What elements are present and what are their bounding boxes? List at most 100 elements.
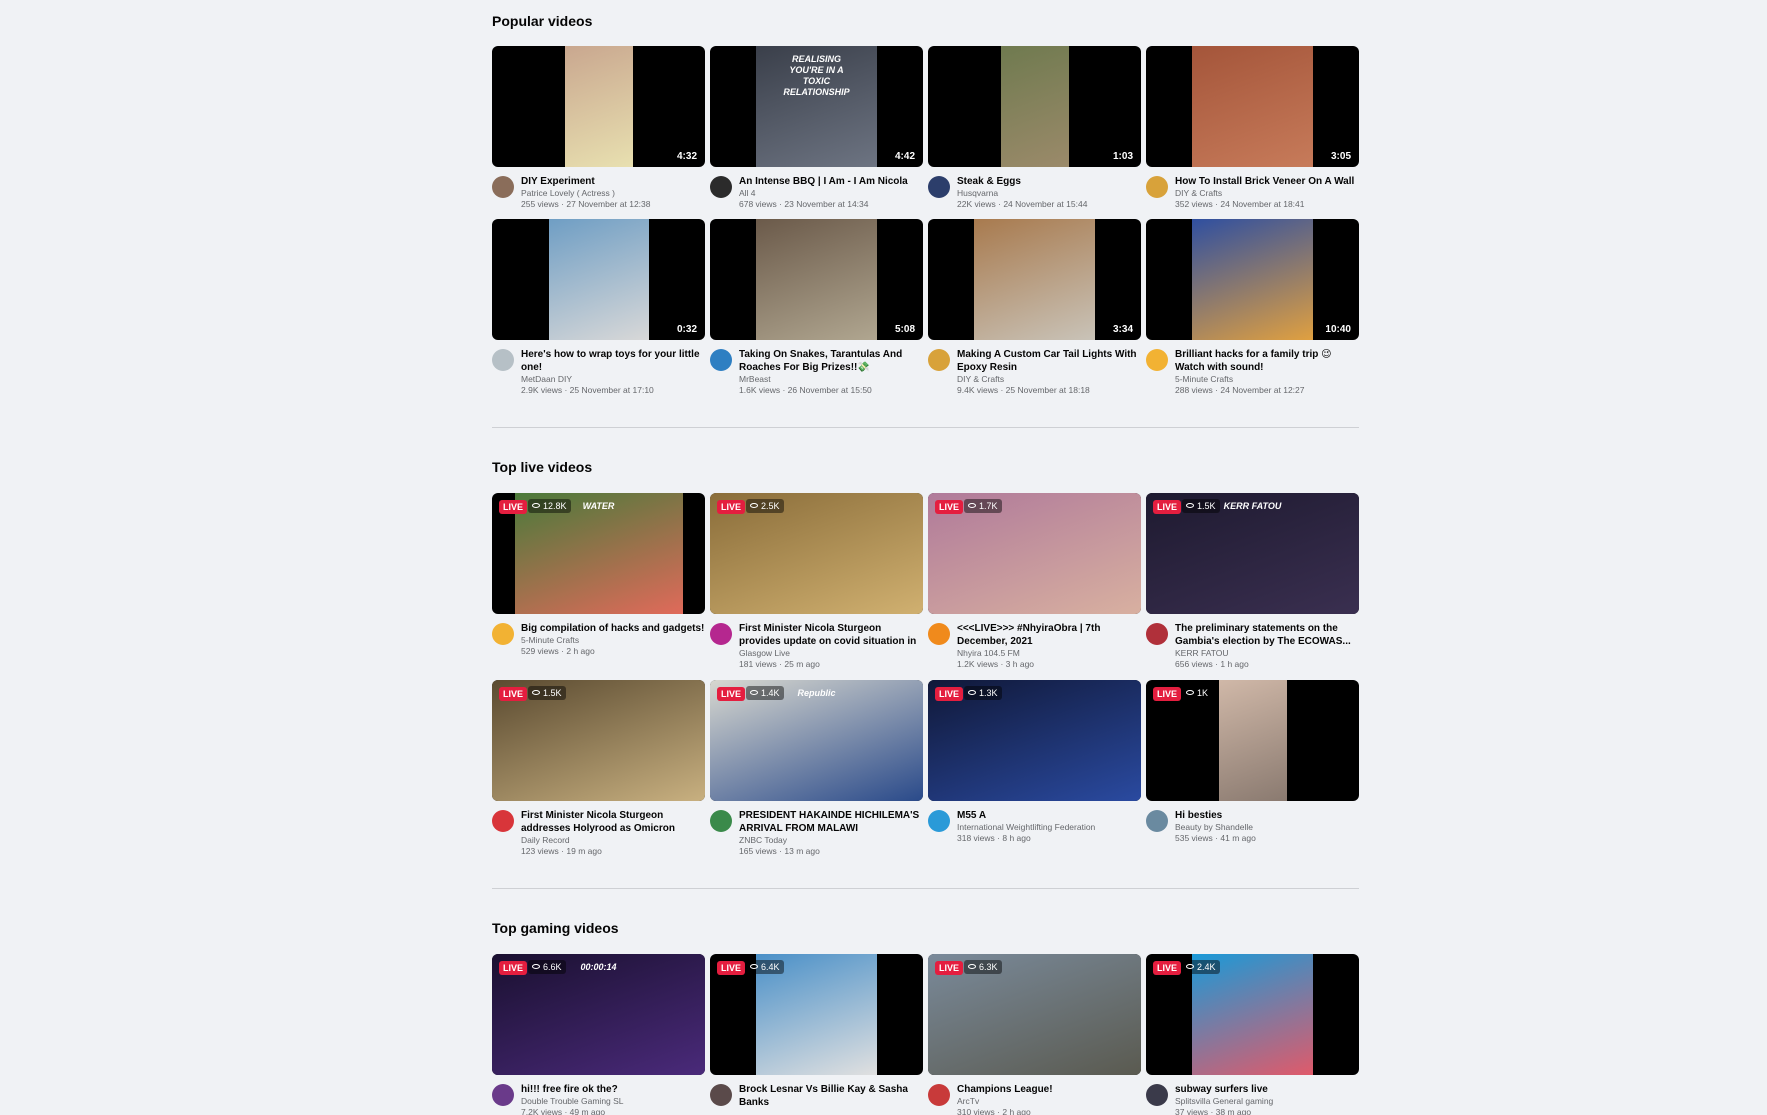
- channel-name[interactable]: Double Trouble Gaming SL: [521, 1096, 705, 1107]
- video-thumbnail[interactable]: 1:03: [928, 46, 1141, 167]
- video-title[interactable]: How To Install Brick Veneer On A Wall: [1175, 175, 1359, 188]
- video-card[interactable]: LIVE 1.7K <<<LIVE>>> #NhyiraObra | 7th Dec…: [928, 493, 1141, 673]
- channel-avatar[interactable]: [1146, 176, 1168, 198]
- video-card[interactable]: LIVE 2.5K First Minister Nicola Sturgeon p…: [710, 493, 923, 673]
- channel-name[interactable]: DIY & Crafts: [957, 374, 1141, 385]
- channel-avatar[interactable]: [710, 349, 732, 371]
- channel-avatar[interactable]: [1146, 349, 1168, 371]
- video-thumbnail[interactable]: LIVE 6.4K: [710, 954, 923, 1075]
- video-thumbnail[interactable]: LIVE 1.5K: [492, 680, 705, 801]
- video-title[interactable]: <<<LIVE>>> #NhyiraObra | 7th December, 2…: [957, 622, 1141, 648]
- channel-avatar[interactable]: [1146, 1084, 1168, 1106]
- video-card[interactable]: 3:34 Making A Custom Car Tail Lights With…: [928, 219, 1141, 399]
- channel-avatar[interactable]: [492, 349, 514, 371]
- video-title[interactable]: hi!!! free fire ok the?: [521, 1083, 705, 1096]
- video-title[interactable]: Making A Custom Car Tail Lights With Epo…: [957, 348, 1141, 374]
- video-title[interactable]: Brock Lesnar Vs Billie Kay & Sasha Banks: [739, 1083, 923, 1109]
- video-card[interactable]: LIVE 1.3K M55 A International Weightlifting…: [928, 680, 1141, 860]
- video-title[interactable]: An Intense BBQ | I Am - I Am Nicola: [739, 175, 923, 188]
- channel-name[interactable]: Nhyira 104.5 FM: [957, 648, 1141, 659]
- video-card[interactable]: LIVE 2.4K subway surfers live Splitsvilla G…: [1146, 954, 1359, 1115]
- video-thumbnail[interactable]: 00:00:14 LIVE 6.6K: [492, 954, 705, 1075]
- video-title[interactable]: Taking On Snakes, Tarantulas And Roaches…: [739, 348, 923, 374]
- video-title[interactable]: DIY Experiment: [521, 175, 705, 188]
- video-card[interactable]: 3:05 How To Install Brick Veneer On A Wal…: [1146, 46, 1359, 226]
- video-card[interactable]: REALISING YOU'RE IN A TOXIC RELATIONSHIP…: [710, 46, 923, 226]
- channel-avatar[interactable]: [710, 176, 732, 198]
- video-title[interactable]: First Minister Nicola Sturgeon addresses…: [521, 809, 705, 835]
- video-title[interactable]: PRESIDENT HAKAINDE HICHILEMA'S ARRIVAL F…: [739, 809, 923, 835]
- video-thumbnail[interactable]: LIVE 1.7K: [928, 493, 1141, 614]
- video-title[interactable]: Brilliant hacks for a family trip 😉 Watc…: [1175, 348, 1359, 374]
- channel-avatar[interactable]: [710, 1084, 732, 1106]
- video-thumbnail[interactable]: WATER LIVE 12.8K: [492, 493, 705, 614]
- channel-name[interactable]: Daily Record: [521, 835, 705, 846]
- video-thumbnail[interactable]: LIVE 1.3K: [928, 680, 1141, 801]
- video-title[interactable]: Big compilation of hacks and gadgets!: [521, 622, 705, 635]
- video-text: How To Install Brick Veneer On A Wall DIY…: [1175, 175, 1359, 210]
- video-card[interactable]: Republic LIVE 1.4K PRESIDENT HAKAINDE HICHI…: [710, 680, 923, 860]
- channel-name[interactable]: All 4: [739, 188, 923, 199]
- channel-avatar[interactable]: [492, 1084, 514, 1106]
- channel-avatar[interactable]: [928, 810, 950, 832]
- video-card[interactable]: 00:00:14 LIVE 6.6K hi!!! free fire ok the? D…: [492, 954, 705, 1115]
- channel-avatar[interactable]: [710, 810, 732, 832]
- video-thumbnail[interactable]: LIVE 6.3K: [928, 954, 1141, 1075]
- video-thumbnail[interactable]: 3:05: [1146, 46, 1359, 167]
- channel-name[interactable]: 5-Minute Crafts: [521, 635, 705, 646]
- video-thumbnail[interactable]: LIVE 2.4K: [1146, 954, 1359, 1075]
- video-thumbnail[interactable]: 5:08: [710, 219, 923, 340]
- channel-avatar[interactable]: [928, 623, 950, 645]
- video-card[interactable]: LIVE 6.4K Brock Lesnar Vs Billie Kay & Sas…: [710, 954, 923, 1115]
- video-card[interactable]: 0:32 Here's how to wrap toys for your lit…: [492, 219, 705, 399]
- video-card[interactable]: 10:40 Brilliant hacks for a family trip 😉…: [1146, 219, 1359, 399]
- video-card[interactable]: 4:32 DIY Experiment Patrice Lovely ( Actre…: [492, 46, 705, 226]
- video-thumbnail[interactable]: Republic LIVE 1.4K: [710, 680, 923, 801]
- video-title[interactable]: M55 A: [957, 809, 1141, 822]
- channel-name[interactable]: KERR FATOU: [1175, 648, 1359, 659]
- channel-name[interactable]: Beauty by Shandelle: [1175, 822, 1359, 833]
- channel-avatar[interactable]: [492, 623, 514, 645]
- video-thumbnail[interactable]: LIVE 1K: [1146, 680, 1359, 801]
- video-card[interactable]: LIVE 1.5K First Minister Nicola Sturgeon a…: [492, 680, 705, 860]
- channel-name[interactable]: Glasgow Live: [739, 648, 923, 659]
- channel-name[interactable]: DIY & Crafts: [1175, 188, 1359, 199]
- channel-avatar[interactable]: [1146, 623, 1168, 645]
- video-thumbnail[interactable]: 0:32: [492, 219, 705, 340]
- channel-name[interactable]: ZNBC Today: [739, 835, 923, 846]
- channel-avatar[interactable]: [492, 176, 514, 198]
- channel-avatar[interactable]: [928, 176, 950, 198]
- video-card[interactable]: LIVE 6.3K Champions League! ArcTv 310 views …: [928, 954, 1141, 1115]
- channel-avatar[interactable]: [710, 623, 732, 645]
- video-thumbnail[interactable]: 3:34: [928, 219, 1141, 340]
- video-card[interactable]: LIVE 1K Hi besties Beauty by Shandelle 535 v…: [1146, 680, 1359, 860]
- video-title[interactable]: The preliminary statements on the Gambia…: [1175, 622, 1359, 648]
- video-thumbnail[interactable]: REALISING YOU'RE IN A TOXIC RELATIONSHIP…: [710, 46, 923, 167]
- video-card[interactable]: KERR FATOU LIVE 1.5K The preliminary statem…: [1146, 493, 1359, 673]
- video-thumbnail[interactable]: LIVE 2.5K: [710, 493, 923, 614]
- channel-avatar[interactable]: [1146, 810, 1168, 832]
- video-thumbnail[interactable]: 10:40: [1146, 219, 1359, 340]
- channel-name[interactable]: MetDaan DIY: [521, 374, 705, 385]
- channel-avatar[interactable]: [928, 349, 950, 371]
- video-title[interactable]: Steak & Eggs: [957, 175, 1141, 188]
- video-thumbnail[interactable]: KERR FATOU LIVE 1.5K: [1146, 493, 1359, 614]
- channel-name[interactable]: International Weightlifting Federation: [957, 822, 1141, 833]
- video-title[interactable]: Champions League!: [957, 1083, 1141, 1096]
- video-thumbnail[interactable]: 4:32: [492, 46, 705, 167]
- channel-avatar[interactable]: [928, 1084, 950, 1106]
- video-title[interactable]: Here's how to wrap toys for your little …: [521, 348, 705, 374]
- channel-name[interactable]: Husqvarna: [957, 188, 1141, 199]
- video-card[interactable]: 5:08 Taking On Snakes, Tarantulas And Roa…: [710, 219, 923, 399]
- channel-name[interactable]: Patrice Lovely ( Actress ): [521, 188, 705, 199]
- video-title[interactable]: Hi besties: [1175, 809, 1359, 822]
- channel-name[interactable]: MrBeast: [739, 374, 923, 385]
- channel-name[interactable]: Splitsvilla General gaming: [1175, 1096, 1359, 1107]
- video-title[interactable]: First Minister Nicola Sturgeon provides …: [739, 622, 923, 648]
- channel-name[interactable]: ArcTv: [957, 1096, 1141, 1107]
- video-card[interactable]: 1:03 Steak & Eggs Husqvarna 22K views · 24 …: [928, 46, 1141, 226]
- video-title[interactable]: subway surfers live: [1175, 1083, 1359, 1096]
- video-card[interactable]: WATER LIVE 12.8K Big compilation of hacks a…: [492, 493, 705, 673]
- channel-avatar[interactable]: [492, 810, 514, 832]
- channel-name[interactable]: 5-Minute Crafts: [1175, 374, 1359, 385]
